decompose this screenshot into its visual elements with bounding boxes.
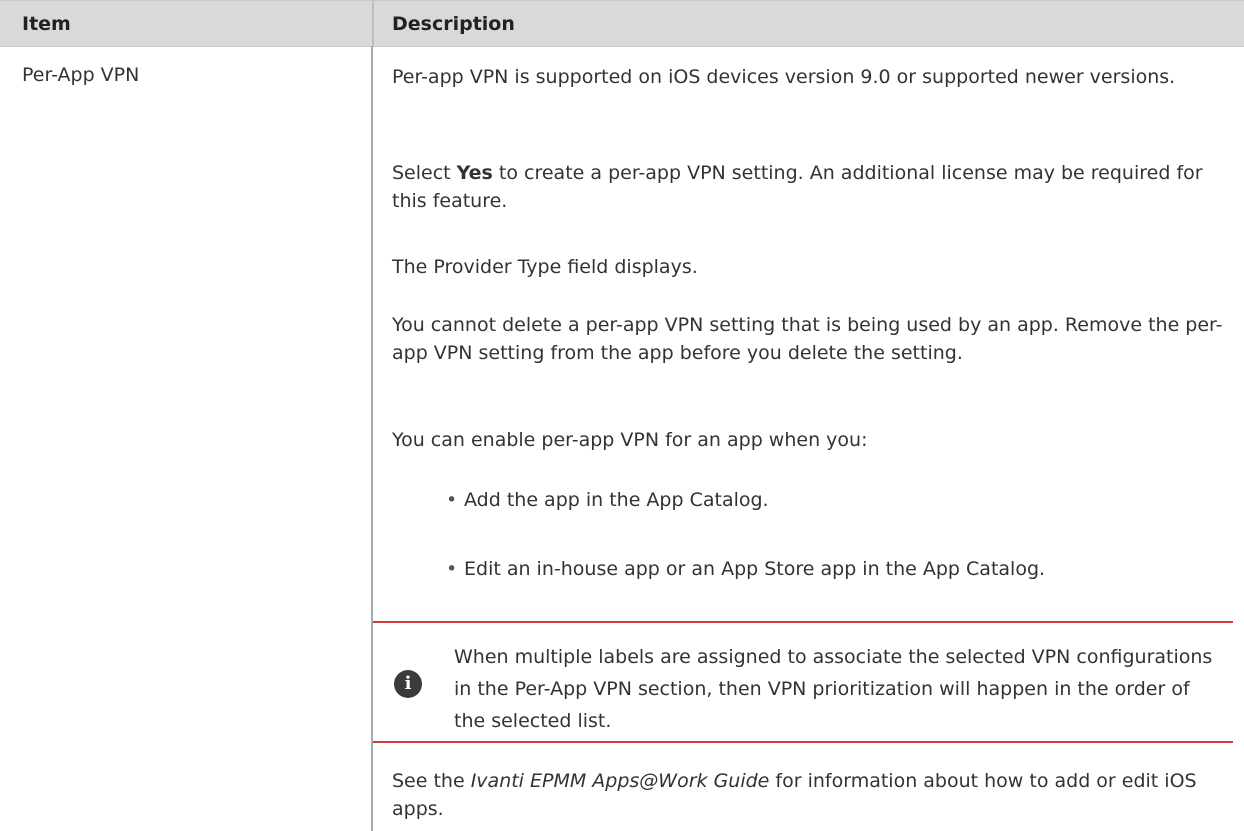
see-also-paragraph: See the Ivanti EPMM Apps@Work Guide for …: [392, 767, 1230, 823]
note-bottom-rule: [373, 741, 1233, 743]
header-item: Item: [22, 13, 71, 35]
bullet-dot: •: [446, 489, 458, 511]
description-table: Item Description Per-App VPN Per-app VPN…: [0, 0, 1244, 831]
header-column-divider: [372, 1, 374, 47]
list-item-text: Add the app in the App Catalog.: [464, 489, 769, 511]
item-cell: Per-App VPN: [22, 64, 140, 86]
header-description: Description: [392, 13, 515, 35]
guide-title: Ivanti EPMM Apps@Work Guide: [470, 770, 770, 792]
select-prefix: Select: [392, 162, 457, 184]
list-item: • Edit an in-house app or an App Store ap…: [446, 555, 1045, 583]
description-paragraph: You can enable per-app VPN for an app wh…: [392, 429, 868, 451]
note-top-rule: [373, 621, 1233, 623]
description-paragraph: You cannot delete a per-app VPN setting …: [392, 314, 1223, 364]
info-icon: i: [394, 670, 422, 698]
list-item: • Add the app in the App Catalog.: [446, 486, 769, 514]
table-header-row: Item Description: [0, 0, 1244, 47]
yes-emphasis: Yes: [456, 162, 493, 184]
see-prefix: See the: [392, 770, 471, 792]
description-paragraph: The Provider Type field displays.: [392, 256, 698, 278]
description-paragraph: Per-app VPN is supported on iOS devices …: [392, 66, 1176, 88]
column-divider: [371, 46, 373, 831]
select-suffix: to create a per-app VPN setting. An addi…: [392, 162, 1203, 212]
bullet-dot: •: [446, 558, 458, 580]
list-item-text: Edit an in-house app or an App Store app…: [464, 558, 1046, 580]
description-paragraph-select: Select Yes to create a per-app VPN setti…: [392, 159, 1230, 215]
note-text: When multiple labels are assigned to ass…: [454, 646, 1213, 732]
row-divider: [0, 46, 1244, 47]
